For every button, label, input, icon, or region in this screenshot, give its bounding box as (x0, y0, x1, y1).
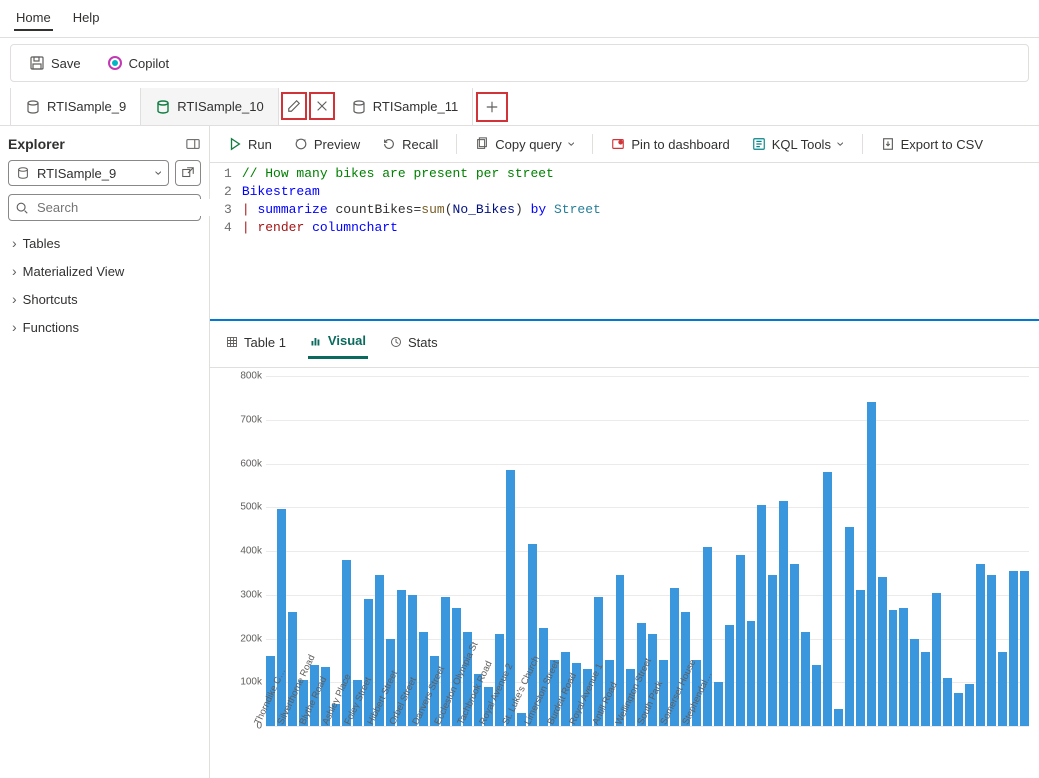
preview-button[interactable]: Preview (286, 133, 368, 156)
copilot-button[interactable]: Copilot (99, 51, 177, 75)
tree-label: Shortcuts (23, 292, 78, 307)
rename-tab-button[interactable] (281, 92, 307, 120)
tab-label: RTISample_10 (177, 99, 263, 114)
gutter: 1 2 3 4 (210, 165, 242, 317)
explorer-title: Explorer (8, 136, 65, 152)
tab-rtisample-10[interactable]: RTISample_10 (141, 88, 278, 125)
save-label: Save (51, 56, 81, 71)
preview-label: Preview (314, 137, 360, 152)
code-token: Street (554, 202, 601, 217)
tree-label: Functions (23, 320, 79, 335)
result-tab-stats[interactable]: Stats (388, 329, 440, 359)
code-token: by (531, 202, 547, 217)
tree-tables[interactable]: Tables (8, 229, 201, 257)
kql-tools-button[interactable]: KQL Tools (744, 132, 852, 156)
export-label: Export to CSV (901, 137, 983, 152)
tab-rtisample-9[interactable]: RTISample_9 (10, 88, 141, 125)
export-csv-button[interactable]: Export to CSV (873, 133, 991, 156)
y-tick: 600k (240, 458, 262, 469)
y-tick: 100k (240, 677, 262, 688)
copy-query-button[interactable]: Copy query (467, 132, 582, 156)
copy-label: Copy query (495, 137, 561, 152)
chevron-right-icon (12, 263, 17, 279)
separator (456, 134, 457, 154)
code-token: countBikes (335, 202, 413, 217)
close-tab-button[interactable] (309, 92, 335, 120)
code-body[interactable]: // How many bikes are present per street… (242, 165, 1039, 317)
search-input-wrap[interactable] (8, 194, 201, 221)
y-tick: 700k (240, 414, 262, 425)
tab-label: RTISample_11 (373, 99, 459, 114)
collapse-panel-icon[interactable] (185, 136, 201, 152)
run-label: Run (248, 137, 272, 152)
pin-label: Pin to dashboard (631, 137, 729, 152)
tree-functions[interactable]: Functions (8, 313, 201, 341)
code-token: render (257, 220, 304, 235)
separator (592, 134, 593, 154)
chevron-right-icon (12, 291, 17, 307)
database-select[interactable]: RTISample_9 (8, 160, 169, 186)
code-token: No_Bikes (453, 202, 515, 217)
search-input[interactable] (35, 199, 215, 216)
run-button[interactable]: Run (220, 133, 280, 156)
chevron-down-icon (568, 136, 575, 152)
y-axis: 0100k200k300k400k500k600k700k800k (224, 376, 266, 726)
recall-button[interactable]: Recall (374, 133, 446, 156)
open-database-button[interactable] (175, 160, 201, 186)
tree-label: Tables (23, 236, 61, 251)
search-icon (15, 200, 29, 216)
chevron-down-icon (155, 165, 162, 181)
rtab-label: Visual (328, 333, 366, 348)
code-line: // How many bikes are present per street (242, 166, 554, 181)
queryset-icon (351, 99, 367, 115)
y-tick: 400k (240, 546, 262, 557)
save-icon (29, 55, 45, 71)
queryset-icon (155, 99, 171, 115)
recall-label: Recall (402, 137, 438, 152)
menu-home[interactable]: Home (14, 6, 53, 31)
code-token: columnchart (312, 220, 398, 235)
rtab-label: Table 1 (244, 335, 286, 350)
menu-help[interactable]: Help (71, 6, 102, 31)
tree-shortcuts[interactable]: Shortcuts (8, 285, 201, 313)
tree-materialized-view[interactable]: Materialized View (8, 257, 201, 285)
copilot-label: Copilot (129, 56, 169, 71)
add-tab-button[interactable] (476, 92, 508, 122)
code-token: | (242, 202, 250, 217)
code-line: Bikestream (242, 184, 320, 199)
chevron-down-icon (837, 136, 844, 152)
y-tick: 800k (240, 371, 262, 382)
code-token: ) (515, 202, 523, 217)
database-icon (15, 165, 31, 181)
code-token: summarize (257, 202, 327, 217)
y-tick: 200k (240, 633, 262, 644)
tab-rtisample-11[interactable]: RTISample_11 (337, 88, 474, 125)
y-tick: 500k (240, 502, 262, 513)
code-token: | (242, 220, 250, 235)
result-tab-table[interactable]: Table 1 (224, 329, 288, 359)
result-tab-visual[interactable]: Visual (308, 329, 368, 359)
tab-label: RTISample_9 (47, 99, 126, 114)
separator (862, 134, 863, 154)
database-name: RTISample_9 (37, 166, 116, 181)
y-tick: 300k (240, 589, 262, 600)
code-token: ( (445, 202, 453, 217)
queryset-icon (25, 99, 41, 115)
kql-label: KQL Tools (772, 137, 831, 152)
chart: 0100k200k300k400k500k600k700k800k Thornd… (210, 368, 1039, 778)
copilot-icon (107, 55, 123, 71)
pin-dashboard-button[interactable]: Pin to dashboard (603, 133, 737, 156)
code-editor[interactable]: 1 2 3 4 // How many bikes are present pe… (210, 163, 1039, 321)
code-token: sum (421, 202, 444, 217)
tree-label: Materialized View (23, 264, 125, 279)
chevron-right-icon (12, 319, 17, 335)
save-button[interactable]: Save (21, 51, 89, 75)
rtab-label: Stats (408, 335, 438, 350)
chevron-right-icon (12, 235, 17, 251)
x-axis: Thorndike C…Silverthorne RoadBlythe Road… (252, 724, 1039, 778)
